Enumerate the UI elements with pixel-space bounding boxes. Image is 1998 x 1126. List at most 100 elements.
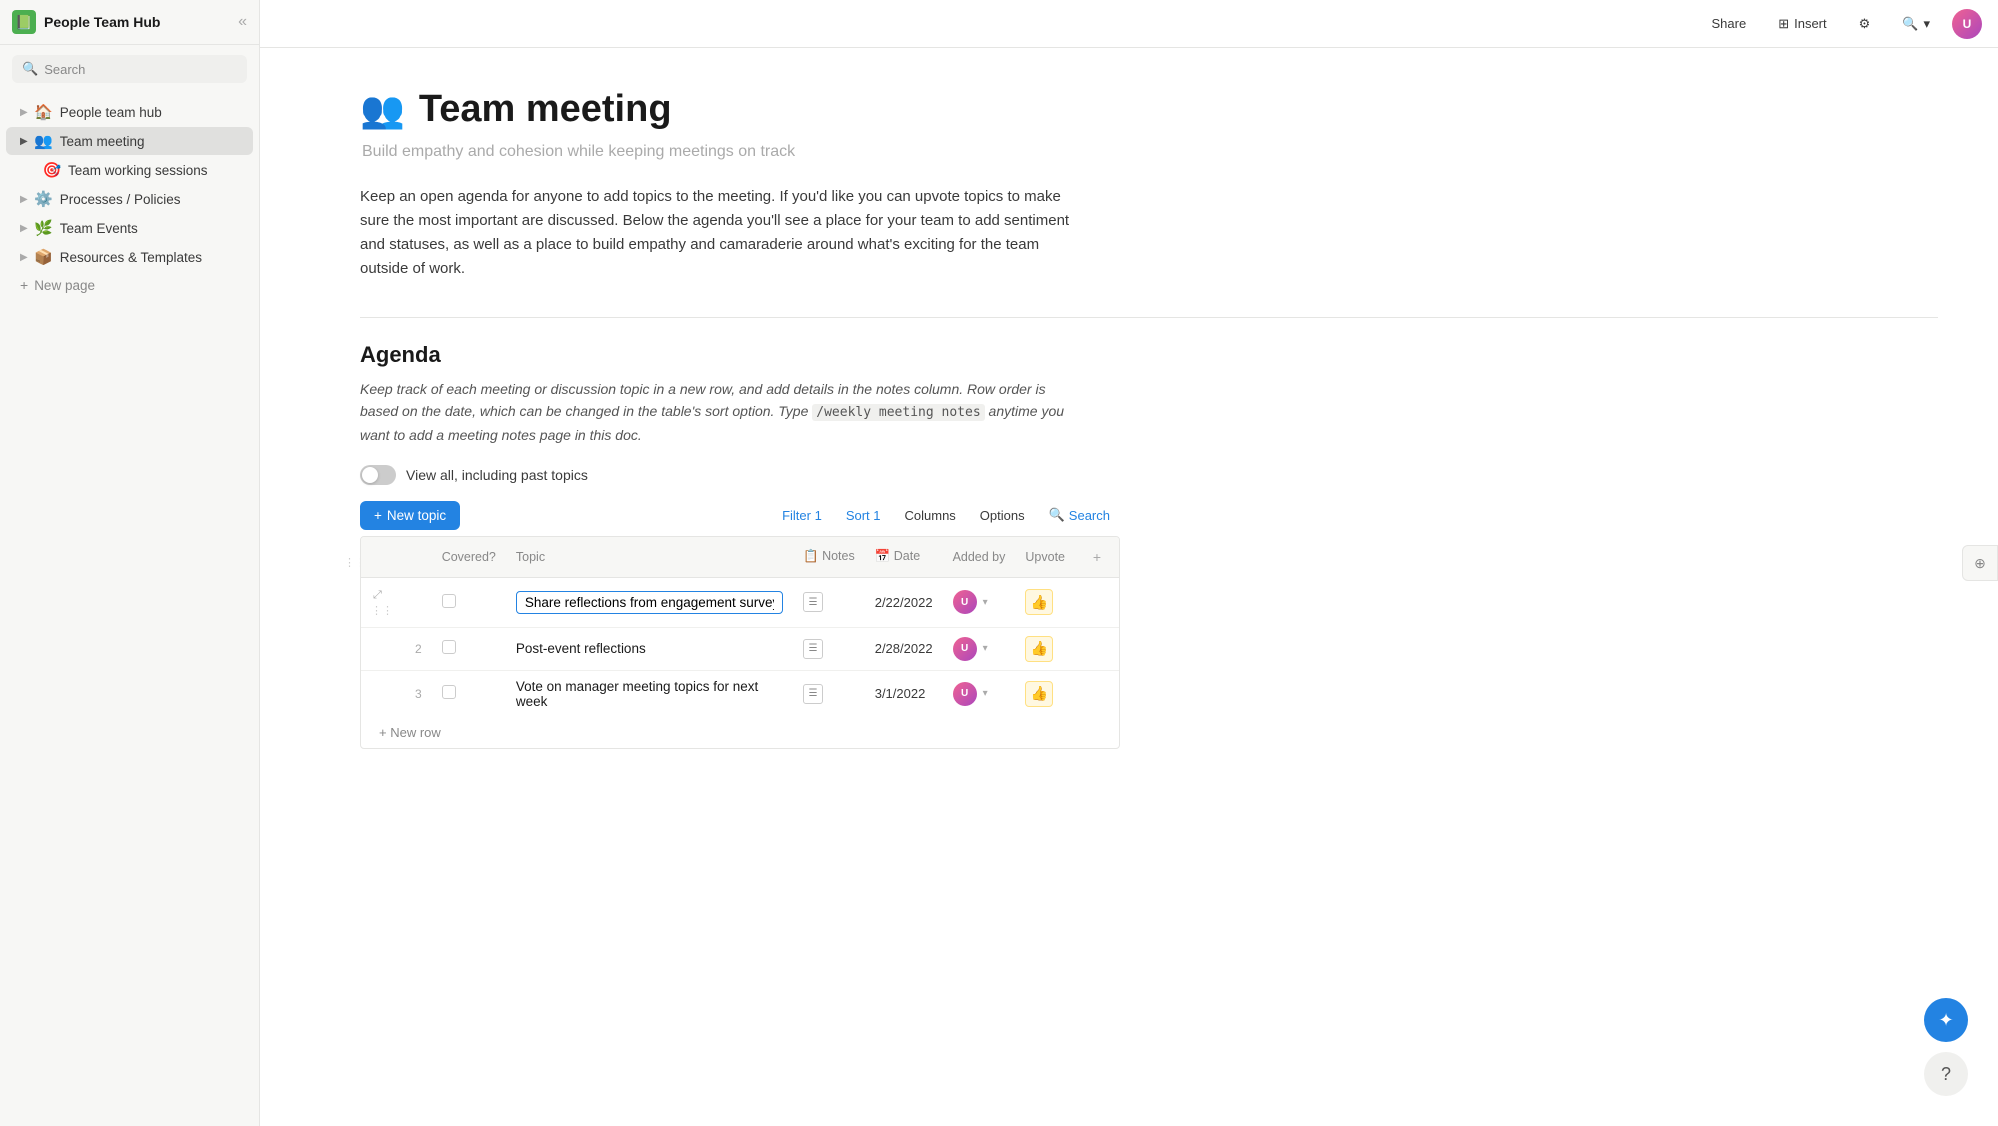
new-topic-button[interactable]: + New topic: [360, 501, 460, 530]
upvote-button[interactable]: 👍: [1025, 589, 1053, 615]
date-cell[interactable]: 2/28/2022: [865, 627, 943, 670]
date-cell[interactable]: 2/22/2022: [865, 577, 943, 627]
help-button[interactable]: ?: [1924, 1052, 1968, 1096]
share-button[interactable]: Share: [1702, 11, 1757, 36]
columns-button[interactable]: Columns: [895, 503, 966, 528]
page-title: Team meeting: [419, 88, 672, 131]
topic-cell[interactable]: [506, 577, 793, 627]
th-notes: 📋 Notes: [793, 537, 865, 578]
covered-cell[interactable]: [432, 670, 506, 717]
expand-arrow-icon: ▶: [20, 136, 28, 147]
th-added-by: Added by: [943, 537, 1016, 578]
options-button[interactable]: Options: [970, 503, 1035, 528]
chevron-down-icon[interactable]: ▾: [983, 643, 988, 654]
agenda-title: Agenda: [360, 342, 1938, 368]
past-topics-toggle[interactable]: [360, 465, 396, 485]
added-by-cell: U ▾: [943, 670, 1016, 717]
notes-cell[interactable]: ☰: [793, 577, 865, 627]
covered-cell[interactable]: [432, 577, 506, 627]
sidebar-item-label: People team hub: [60, 105, 243, 120]
new-row-label: + New row: [379, 725, 441, 740]
people-team-hub-icon: 🏠: [34, 103, 54, 121]
upvote-cell[interactable]: 👍: [1015, 577, 1075, 627]
user-avatar-small[interactable]: U: [953, 637, 977, 661]
notes-icon[interactable]: ☰: [803, 592, 823, 612]
processes-policies-icon: ⚙️: [34, 190, 54, 208]
page-description: Keep an open agenda for anyone to add to…: [360, 185, 1080, 281]
page-header: 👥 Team meeting: [360, 88, 1938, 131]
right-sidebar-button[interactable]: ⊕: [1962, 545, 1998, 581]
new-page-button[interactable]: + New page: [6, 272, 253, 298]
plus-icon: +: [374, 508, 382, 523]
collapse-sidebar-button[interactable]: «: [238, 13, 247, 31]
upvote-button[interactable]: 👍: [1025, 681, 1053, 707]
expand-arrow-icon: ▶: [20, 223, 28, 234]
user-avatar-small[interactable]: U: [953, 682, 977, 706]
search-table-button[interactable]: 🔍 Search: [1039, 502, 1120, 528]
row-expand-cell: [361, 670, 405, 717]
sidebar-item-team-meeting[interactable]: ▶ 👥 Team meeting: [6, 127, 253, 155]
notes-icon[interactable]: ☰: [803, 639, 823, 659]
covered-checkbox[interactable]: [442, 640, 456, 654]
ai-assistant-button[interactable]: ✦: [1924, 998, 1968, 1042]
date-icon: 📅: [875, 549, 891, 563]
table-actions: Filter 1 Sort 1 Columns Options 🔍 Search: [772, 502, 1120, 528]
topic-cell[interactable]: Post-event reflections: [506, 627, 793, 670]
table-row: ⤢ ⋮⋮ ☰: [361, 577, 1119, 627]
date-cell[interactable]: 3/1/2022: [865, 670, 943, 717]
chevron-down-icon[interactable]: ▾: [983, 688, 988, 699]
agenda-table: Covered? Topic 📋 Notes 📅 Dat: [360, 536, 1120, 749]
main-area: Share ⊞ Insert ⚙ 🔍 ▾ U 👥 Team meeting Bu…: [260, 0, 1998, 1126]
th-topic: Topic: [506, 537, 793, 578]
notes-cell[interactable]: ☰: [793, 627, 865, 670]
row-num-cell: 3: [405, 670, 432, 717]
sidebar-item-resources-templates[interactable]: ▶ 📦 Resources & Templates: [6, 243, 253, 271]
plus-icon: +: [20, 277, 28, 293]
sort-button[interactable]: Sort 1: [836, 503, 891, 528]
covered-checkbox[interactable]: [442, 594, 456, 608]
chevron-down-icon[interactable]: ▾: [983, 597, 988, 608]
upvote-cell[interactable]: 👍: [1015, 627, 1075, 670]
team-events-icon: 🌿: [34, 219, 54, 237]
table-row: 2 Post-event reflections ☰ 2/2: [361, 627, 1119, 670]
row-drag-handle[interactable]: ⋮⋮: [369, 602, 395, 619]
topic-input[interactable]: [516, 591, 783, 614]
section-divider: [360, 317, 1938, 318]
app-logo: 📗: [12, 10, 36, 34]
upvote-button[interactable]: 👍: [1025, 636, 1053, 662]
content-area: 👥 Team meeting Build empathy and cohesio…: [260, 48, 1998, 1126]
table-body: ⤢ ⋮⋮ ☰: [361, 577, 1119, 717]
insert-button[interactable]: ⊞ Insert: [1768, 11, 1836, 37]
table-header: Covered? Topic 📋 Notes 📅 Dat: [361, 537, 1119, 578]
expand-arrow-icon: ▶: [20, 194, 28, 205]
filter-button[interactable]: Filter 1: [772, 503, 832, 528]
expand-row-icon[interactable]: ⤢: [369, 587, 386, 603]
sidebar-item-label: Processes / Policies: [60, 192, 243, 207]
agenda-description: Keep track of each meeting or discussion…: [360, 378, 1080, 447]
notes-icon[interactable]: ☰: [803, 684, 823, 704]
upvote-cell[interactable]: 👍: [1015, 670, 1075, 717]
user-avatar-small[interactable]: U: [953, 590, 977, 614]
sidebar-item-processes-policies[interactable]: ▶ ⚙️ Processes / Policies: [6, 185, 253, 213]
search-icon: 🔍: [1049, 507, 1065, 523]
search-box[interactable]: 🔍 Search: [12, 55, 247, 83]
chevron-down-icon: ▾: [1923, 16, 1930, 32]
row-expand-cell: [361, 627, 405, 670]
add-column-button[interactable]: +: [1085, 545, 1109, 569]
sidebar-item-team-working-sessions[interactable]: 🎯 Team working sessions: [6, 156, 253, 184]
sidebar-item-label: Team working sessions: [68, 163, 243, 178]
search-button[interactable]: 🔍 ▾: [1892, 11, 1940, 37]
agenda-table-inner: Covered? Topic 📋 Notes 📅 Dat: [361, 537, 1119, 717]
notes-cell[interactable]: ☰: [793, 670, 865, 717]
covered-checkbox[interactable]: [442, 685, 456, 699]
sidebar-item-people-team-hub[interactable]: ▶ 🏠 People team hub: [6, 98, 253, 126]
sidebar-item-team-events[interactable]: ▶ 🌿 Team Events: [6, 214, 253, 242]
search-icon: 🔍: [1902, 16, 1918, 32]
settings-button[interactable]: ⚙: [1849, 11, 1881, 37]
covered-cell[interactable]: [432, 627, 506, 670]
calendar-icon: 📋: [803, 549, 819, 563]
user-avatar[interactable]: U: [1952, 9, 1982, 39]
floating-buttons: ✦ ?: [1924, 998, 1968, 1096]
topic-cell[interactable]: Vote on manager meeting topics for next …: [506, 670, 793, 717]
new-row-button[interactable]: + New row: [361, 717, 1119, 748]
